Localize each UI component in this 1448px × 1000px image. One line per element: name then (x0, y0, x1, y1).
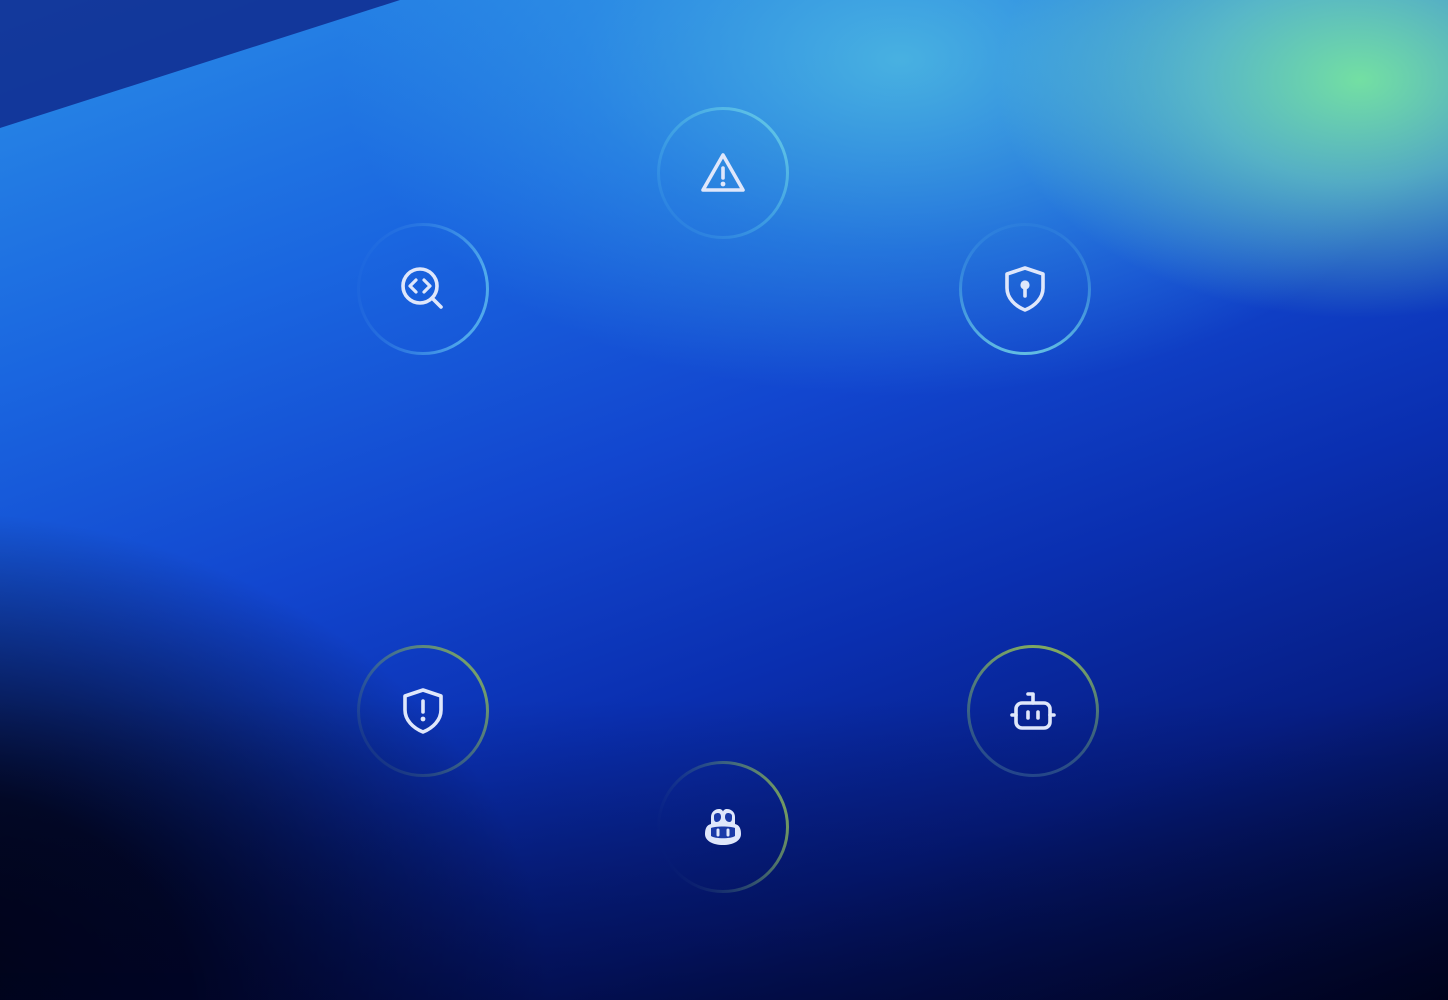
vulnerability-node (357, 645, 489, 777)
alert-node (657, 107, 789, 239)
shield-alert-icon (397, 685, 449, 737)
copilot-node (657, 761, 789, 893)
hero-background (0, 0, 1448, 1000)
secret-node (959, 223, 1091, 355)
bot-node (967, 645, 1099, 777)
robot-icon (1007, 685, 1059, 737)
shield-lock-icon (999, 263, 1051, 315)
code-search-icon (397, 263, 449, 315)
copilot-icon (697, 801, 749, 853)
alert-triangle-icon (697, 147, 749, 199)
code-scan-node (357, 223, 489, 355)
